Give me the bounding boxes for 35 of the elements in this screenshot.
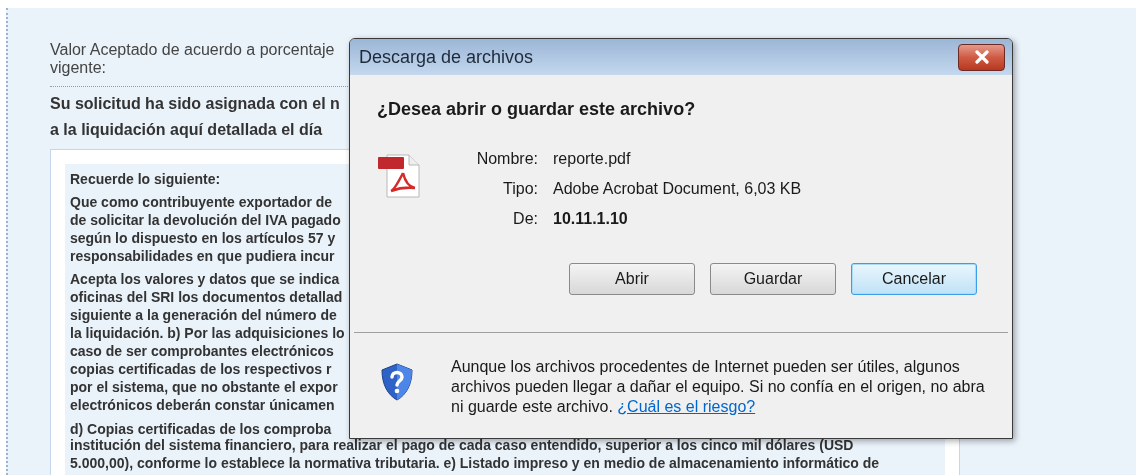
reminder-text-line: siguiente a la generación del número de bbox=[70, 306, 337, 324]
reminder-title: Recuerde lo siguiente: bbox=[70, 170, 221, 188]
detail-label: Tipo: bbox=[503, 179, 538, 199]
reminder-text-line: institución del sistema financiero, para realizar el pago de cada caso entendido, superior a los cinco mil dólares (USD bbox=[70, 437, 854, 454]
dialog-button[interactable]: Abrir bbox=[569, 263, 695, 295]
detail-label: De: bbox=[513, 209, 538, 229]
risk-link[interactable]: ¿Cuál es el riesgo? bbox=[617, 398, 756, 415]
reminder-text-line: Que como contribuyente exportador de bbox=[70, 193, 333, 211]
close-icon bbox=[973, 50, 990, 64]
field-label: Valor Aceptado de acuerdo a porcentaje vigente: bbox=[50, 41, 336, 77]
reminder-text-line: electrónicos deberán constar únicamen bbox=[70, 396, 335, 414]
dialog-button[interactable]: Guardar bbox=[710, 263, 836, 295]
reminder-text-line: oficinas del SRI los documentos detallad bbox=[70, 288, 343, 306]
reminder-text-line: por el sistema, que no obstante el expor bbox=[70, 378, 338, 396]
notice-text: a la liquidación aquí detallada el día bbox=[50, 120, 323, 140]
shield-question-icon bbox=[380, 363, 414, 401]
detail-value: reporte.pdf bbox=[553, 149, 631, 169]
dialog-button[interactable]: Cancelar bbox=[851, 263, 977, 295]
reminder-text-line: caso de ser comprobantes electrónicos bbox=[70, 342, 334, 360]
reminder-text-line: según lo dispuesto en los artículos 57 y bbox=[70, 229, 336, 247]
reminder-text-line: de solicitar la devolución del IVA pagado bbox=[70, 211, 341, 229]
detail-label: Nombre: bbox=[476, 149, 538, 169]
reminder-text-line: Acepta los valores y datos que se indica bbox=[70, 270, 340, 288]
close-button[interactable] bbox=[958, 43, 1005, 71]
notice-text: Su solicitud ha sido asignada con el n bbox=[50, 94, 340, 114]
dialog-question: ¿Desea abrir o guardar este archivo? bbox=[377, 98, 696, 120]
detail-value: Adobe Acrobat Document, 6,03 KB bbox=[553, 179, 802, 199]
dialog-title: Descarga de archivos bbox=[359, 45, 534, 69]
warning-text: Aunque los archivos procedentes de Internet pueden ser útiles, algunos archivos pueden llegar a dañar el equipo. Si no confía en el origen, no abra ni guarde este archivo. ¿Cuál es el riesgo? bbox=[451, 357, 986, 417]
reminder-text-line: d) Copias certificadas de los comproba bbox=[70, 420, 332, 438]
reminder-text-line: copias certificadas de los respectivos r bbox=[70, 360, 332, 378]
reminder-text-line: la liquidación. b) Por las adquisiciones lo bbox=[70, 324, 345, 342]
reminder-text-line: 5.000,00), conforme lo establece la normativa tributaria. e) Listado impreso y en medio de almacenamiento informático de bbox=[70, 454, 880, 472]
reminder-text-line: responsabilidades en que pudiera incur bbox=[70, 247, 335, 265]
detail-value: 10.11.1.10 bbox=[553, 209, 628, 229]
